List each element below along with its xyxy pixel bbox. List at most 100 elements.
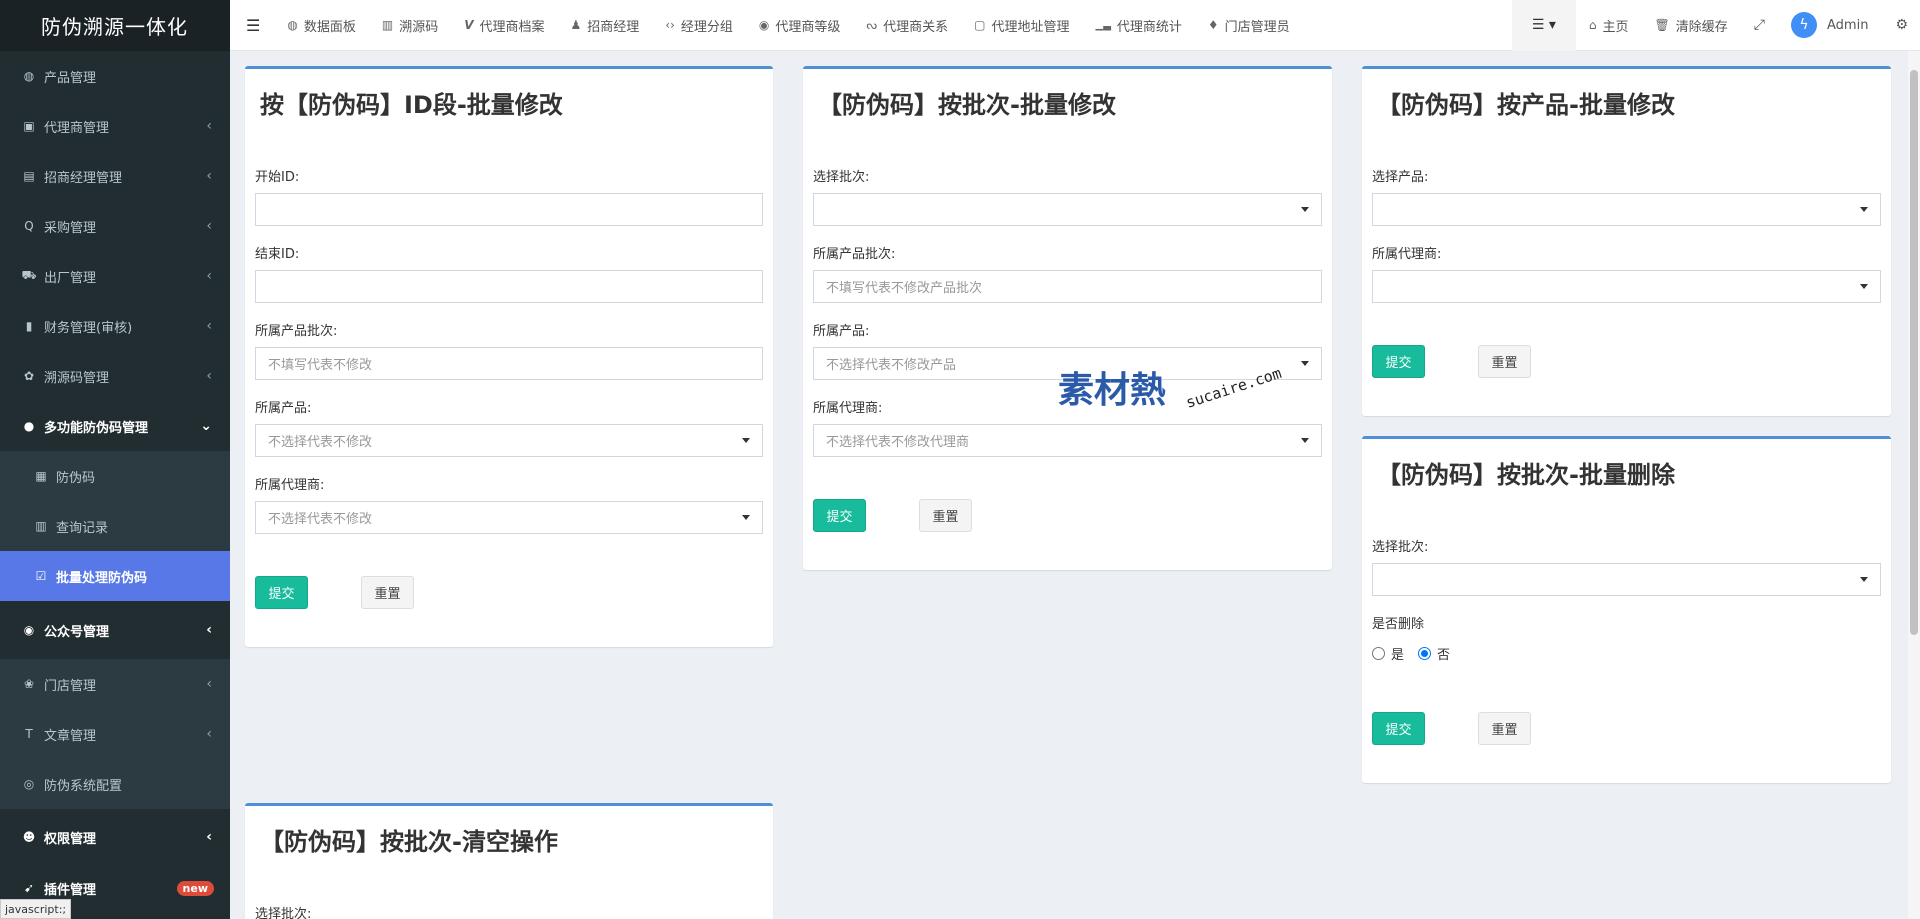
radio-label-no: 否 [1437, 648, 1451, 663]
field-label: 所属代理商: [255, 478, 325, 493]
sidebar-item-agent-mgmt[interactable]: ▣ 代理商管理 ‹ [0, 101, 230, 151]
select-placeholder: 不选择代表不修改 [268, 435, 373, 450]
user-card-icon: ▤ [23, 169, 35, 183]
control-sidebar-button[interactable]: ⚙ [1881, 0, 1920, 51]
nav-manager-group[interactable]: ‹› 经理分组 [652, 0, 746, 51]
start-id-input[interactable] [255, 193, 763, 226]
sidebar-item-label: 权限管理 [44, 831, 97, 847]
field-confirm-delete: 是否删除 [1372, 613, 1881, 640]
select-placeholder: 不选择代表不修改代理商 [826, 435, 970, 450]
sidebar-subitem-batch-process[interactable]: ☑ 批量处理防伪码 [0, 551, 230, 601]
truck-icon: ⛟ [21, 268, 37, 282]
new-badge: new [176, 880, 214, 896]
radio-yes[interactable] [1372, 647, 1385, 660]
reset-button[interactable]: 重置 [919, 499, 972, 532]
sidebar-item-label: 产品管理 [44, 70, 97, 86]
nav-agent-relation[interactable]: ᔓ 代理商关系 [853, 0, 961, 51]
product-select[interactable] [1372, 193, 1881, 226]
sidebar-item-purchase-mgmt[interactable]: Q 采购管理 ‹ [0, 201, 230, 251]
home-link[interactable]: ⌂ 主页 [1576, 0, 1642, 51]
list-icon: ☰ ▾ [1531, 17, 1556, 33]
form-box-clear-batch: 【防伪码】按批次-清空操作 选择批次: [245, 803, 773, 919]
reset-button[interactable]: 重置 [1478, 345, 1531, 378]
sidebar-item-store-mgmt[interactable]: ❀ 门店管理 ‹ [0, 659, 230, 709]
field-batch: 所属产品批次: 不填写代表不修改 [255, 320, 763, 380]
form-box-by-product: 【防伪码】按产品-批量修改 选择产品: 所属代理商: 提交 重置 [1362, 66, 1891, 416]
sidebar-item-trace-code-mgmt[interactable]: ✿ 溯源码管理 ‹ [0, 351, 230, 401]
sidebar-subitem-anti-fake-code[interactable]: ▦ 防伪码 [0, 451, 230, 501]
submit-button[interactable]: 提交 [813, 499, 866, 532]
agent-select[interactable] [1372, 270, 1881, 303]
field-select-batch: 选择批次: [255, 903, 763, 919]
sidebar-item-product-mgmt[interactable]: ◍ 产品管理 [0, 51, 230, 101]
pin-icon: ♦ [1207, 18, 1219, 32]
box-title: 按【防伪码】ID段-批量修改 [260, 91, 563, 119]
sidebar-item-permission-mgmt[interactable]: ☻ 权限管理 ‹ [0, 809, 230, 865]
submit-button[interactable]: 提交 [1372, 345, 1425, 378]
user-menu[interactable]: ϟ Admin [1778, 0, 1881, 51]
more-menu-dropdown[interactable]: ☰ ▾ [1511, 0, 1576, 51]
caret-down-icon [742, 438, 750, 443]
fullscreen-button[interactable]: ⤢ [1741, 0, 1778, 51]
product-select[interactable]: 不选择代表不修改产品 [813, 347, 1322, 380]
end-id-input[interactable] [255, 270, 763, 303]
nav-agent-address[interactable]: ▢ 代理地址管理 [961, 0, 1082, 51]
batch-select[interactable] [813, 193, 1322, 226]
sidebar-item-article-mgmt[interactable]: T 文章管理 ‹ [0, 709, 230, 759]
user-name: Admin [1827, 17, 1869, 33]
clear-cache-button[interactable]: 🗑 清除缓存 [1642, 0, 1741, 51]
batch-input[interactable]: 不填写代表不修改 [255, 347, 763, 380]
field-label: 是否删除 [1372, 617, 1425, 632]
agent-select[interactable]: 不选择代表不修改代理商 [813, 424, 1322, 457]
chevron-left-icon: ‹ [206, 318, 212, 334]
reset-button[interactable]: 重置 [361, 576, 414, 609]
radio-no[interactable] [1418, 647, 1432, 660]
field-select-batch: 选择批次: [1372, 536, 1881, 596]
avatar: ϟ [1791, 12, 1817, 38]
submit-button[interactable]: 提交 [255, 576, 308, 609]
agent-select[interactable]: 不选择代表不修改 [255, 501, 763, 534]
clear-cache-label: 清除缓存 [1675, 19, 1728, 35]
batch-select[interactable] [1372, 563, 1881, 596]
field-product-batch: 所属产品批次: 不填写代表不修改产品批次 [813, 243, 1322, 303]
field-label: 选择批次: [255, 907, 312, 919]
text-icon: T [25, 727, 33, 741]
sidebar-menu-2: ◉ 公众号管理 ‹ ❀ 门店管理 ‹ T 文章管理 ‹ ◎ 防伪系统配置 ☻ 权限管理 ‹ ➹ 插件… [0, 601, 230, 911]
caret-down-icon [1301, 361, 1309, 366]
nav-trace-code[interactable]: ▥ 溯源码 [369, 0, 451, 51]
box-title: 【防伪码】按批次-清空操作 [260, 828, 558, 856]
sidebar-item-finance-mgmt[interactable]: ▮ 财务管理(审核) ‹ [0, 301, 230, 351]
product-select[interactable]: 不选择代表不修改 [255, 424, 763, 457]
sidebar-item-wechat-mgmt[interactable]: ◉ 公众号管理 ‹ [0, 601, 230, 659]
app-logo[interactable]: 防伪溯源一体化 [0, 0, 230, 51]
form-box-by-id: 按【防伪码】ID段-批量修改 开始ID: 结束ID: 所属产品批次: 不填写代表… [245, 66, 773, 647]
sidebar-toggle-button[interactable]: ☰ [230, 0, 274, 51]
nav-label: 代理地址管理 [991, 19, 1070, 35]
sidebar-item-label: 公众号管理 [44, 624, 110, 640]
nav-agent-stats[interactable]: ▁▃ 代理商统计 [1083, 0, 1195, 51]
sidebar-item-system-config[interactable]: ◎ 防伪系统配置 [0, 759, 230, 809]
sidebar-subitem-query-records[interactable]: ▥ 查询记录 [0, 501, 230, 551]
rocket-icon: ➹ [23, 881, 35, 895]
sidebar-item-multi-anti-fake[interactable]: ● 多功能防伪码管理 ⌄ [0, 401, 230, 451]
sidebar-item-factory-mgmt[interactable]: ⛟ 出厂管理 ‹ [0, 251, 230, 301]
reset-button[interactable]: 重置 [1478, 712, 1531, 745]
field-label: 所属产品: [255, 401, 312, 416]
nav-dashboard[interactable]: ◍ 数据面板 [274, 0, 369, 51]
field-label: 选择批次: [1372, 540, 1429, 555]
field-label: 选择产品: [1372, 170, 1429, 185]
globe-icon: ◍ [23, 69, 35, 83]
nav-agent-archive[interactable]: V 代理商档案 [451, 0, 557, 51]
sidebar-submenu: ▦ 防伪码 ▥ 查询记录 ☑ 批量处理防伪码 [0, 451, 230, 601]
nav-store-admin[interactable]: ♦ 门店管理员 [1195, 0, 1303, 51]
chevron-left-icon: ‹ [206, 118, 212, 134]
sidebar-item-manager-mgmt[interactable]: ▤ 招商经理管理 ‹ [0, 151, 230, 201]
sidebar-item-label: 溯源码管理 [44, 370, 110, 386]
field-select-batch: 选择批次: [813, 166, 1322, 226]
product-batch-input[interactable]: 不填写代表不修改产品批次 [813, 270, 1322, 303]
nav-agent-level[interactable]: ◉ 代理商等级 [746, 0, 854, 51]
nav-manager[interactable]: ♟ 招商经理 [558, 0, 653, 51]
submit-button[interactable]: 提交 [1372, 712, 1425, 745]
vimeo-icon: V [464, 18, 474, 32]
field-label: 结束ID: [255, 247, 300, 262]
